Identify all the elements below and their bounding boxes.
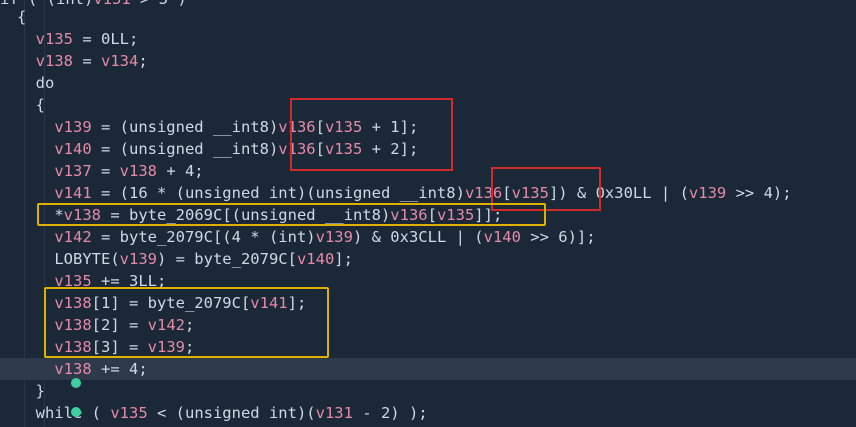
code-line-text: v135 += 3LL; <box>54 272 167 290</box>
code-line-text: v142 = byte_2079C[(4 * (int)v139) & 0x3C… <box>54 228 596 246</box>
code-line-text: v138[2] = v142; <box>54 316 195 334</box>
code-line[interactable]: while ( v135 < (unsigned int)(v131 - 2) … <box>17 402 856 424</box>
code-line-text: v138 += 4; <box>54 360 148 378</box>
code-line[interactable]: v138[2] = v142; <box>17 314 856 336</box>
code-editor[interactable]: if ( (int)v131 > 3 ) { v135 = 0LL; v138 … <box>0 0 856 427</box>
code-line-text: v138 = v134; <box>35 52 148 70</box>
code-line-text: LOBYTE(v139) = byte_2079C[v140]; <box>17 250 353 268</box>
breakpoint-marker-icon[interactable] <box>71 407 81 417</box>
code-line[interactable]: v138[1] = byte_2079C[v141]; <box>17 292 856 314</box>
code-line[interactable]: LOBYTE(v139) = byte_2079C[v140]; <box>17 248 856 270</box>
code-line-text: } <box>17 382 45 400</box>
code-line-text: *v138 = byte_2069C[(unsigned __int8)v136… <box>17 206 503 224</box>
code-line-text: v139 = (unsigned __int8)v136[v135 + 1]; <box>54 118 419 136</box>
code-line[interactable]: v139 = (unsigned __int8)v136[v135 + 1]; <box>17 116 856 138</box>
code-line[interactable]: *v138 = byte_2069C[(unsigned __int8)v136… <box>17 204 856 226</box>
code-line[interactable]: do <box>17 72 856 94</box>
code-line[interactable]: v138[3] = v139; <box>17 336 856 358</box>
code-line[interactable]: v135 = 0LL; <box>17 28 856 50</box>
breakpoint-marker-icon[interactable] <box>71 378 81 388</box>
code-line-text: v135 = 0LL; <box>35 30 139 48</box>
code-line[interactable]: { <box>17 6 856 28</box>
code-line-text: v138[1] = byte_2079C[v141]; <box>54 294 307 312</box>
code-line[interactable]: v140 = (unsigned __int8)v136[v135 + 2]; <box>17 138 856 160</box>
code-line-text: v138[3] = v139; <box>54 338 195 356</box>
code-line-text: do <box>17 74 55 92</box>
code-line[interactable]: } <box>17 380 856 402</box>
code-line[interactable]: v137 = v138 + 4; <box>17 160 856 182</box>
code-line-text: v137 = v138 + 4; <box>54 162 204 180</box>
code-line[interactable]: v138 = v134; <box>17 50 856 72</box>
code-line-text: { <box>17 8 27 26</box>
code-line-text: { <box>17 96 45 114</box>
code-line-text: v141 = (16 * (unsigned int)(unsigned __i… <box>54 184 792 202</box>
code-line-text: v140 = (unsigned __int8)v136[v135 + 2]; <box>54 140 419 158</box>
code-line[interactable]: { <box>17 94 856 116</box>
code-line[interactable]: v135 += 3LL; <box>17 270 856 292</box>
current-code-line[interactable]: v138 += 4; <box>0 358 856 380</box>
code-line[interactable]: v142 = byte_2079C[(4 * (int)v139) & 0x3C… <box>17 226 856 248</box>
code-line[interactable]: v141 = (16 * (unsigned int)(unsigned __i… <box>17 182 856 204</box>
